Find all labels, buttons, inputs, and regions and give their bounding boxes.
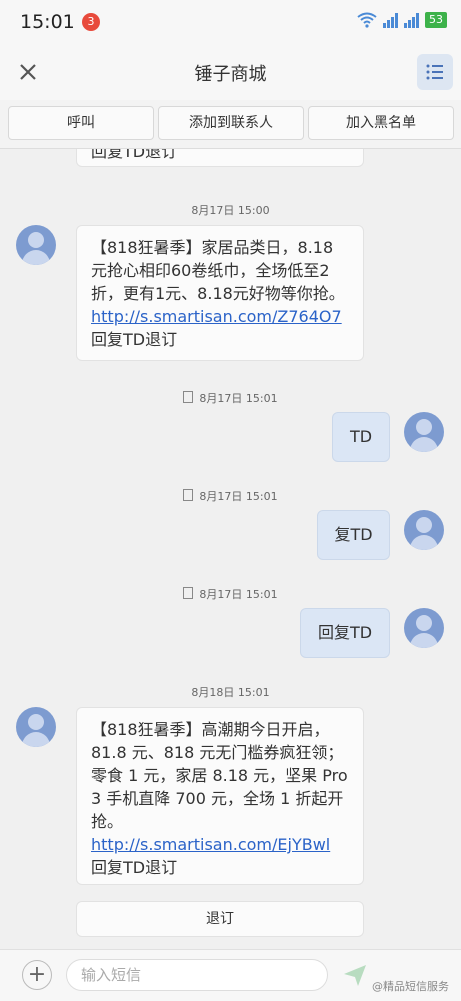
timestamp: 8月17日 15:01 [0,488,461,504]
message-text-tail: 回复TD退订 [91,858,178,877]
message-text: 【818狂暑季】家居品类日，8.18元抢心相印60卷纸巾，全场低至2折，更有1元… [91,238,345,303]
sim-icon [183,391,194,403]
timestamp: 8月17日 15:01 [0,390,461,406]
status-time: 15:01 [20,11,75,33]
timestamp: 8月17日 15:01 [0,586,461,602]
message-bubble-incoming[interactable]: 【818狂暑季】家居品类日，8.18元抢心相印60卷纸巾，全场低至2折，更有1元… [76,225,364,361]
message-thread[interactable]: 回复TD退订 8月17日 15:00 【818狂暑季】家居品类日，8.18元抢心… [0,149,461,949]
status-icons: 53 [357,12,447,28]
user-avatar[interactable] [404,510,444,550]
signal-icon [383,12,398,28]
message-bubble-outgoing[interactable]: 复TD [317,510,390,560]
app-header: 锤子商城 [0,44,461,100]
user-avatar[interactable] [404,412,444,452]
quick-reply-button[interactable]: 退订 [76,901,364,937]
contact-action-bar: 呼叫 添加到联系人 加入黑名单 [0,100,461,149]
sim-icon [183,489,194,501]
plus-icon[interactable]: + [22,960,52,990]
sim-icon [183,587,194,599]
message-link[interactable]: http://s.smartisan.com/Z764O7 [91,307,342,326]
sender-avatar[interactable] [16,707,56,747]
message-bubble-outgoing[interactable]: TD [332,412,390,462]
list-menu-icon[interactable] [417,54,453,90]
blacklist-button[interactable]: 加入黑名单 [308,106,454,140]
send-icon[interactable] [340,960,370,990]
status-bar: 15:01 3 53 [0,0,461,44]
notification-badge: 3 [82,13,100,31]
timestamp: 8月18日 15:01 [191,686,270,699]
page-title: 锤子商城 [194,64,267,85]
message-input[interactable]: 输入短信 [66,959,328,991]
message-link[interactable]: http://s.smartisan.com/EjYBwl [91,835,330,854]
signal-icon-2 [404,12,419,28]
message-text: 回复TD退订 [91,149,178,161]
brand-watermark: @精品短信服务 [372,980,449,993]
battery-indicator: 53 [425,12,447,28]
call-button[interactable]: 呼叫 [8,106,154,140]
sender-avatar[interactable] [16,225,56,265]
composer-bar: + 输入短信 @精品短信服务 [0,949,461,1001]
user-avatar[interactable] [404,608,444,648]
wifi-icon [357,12,377,28]
message-text-tail: 回复TD退订 [91,330,178,349]
message-text: 【818狂暑季】高潮期今日开启，81.8 元、818 元无门槛券疯狂领；零食 1… [91,720,348,831]
message-bubble-outgoing[interactable]: 回复TD [300,608,390,658]
add-contact-button[interactable]: 添加到联系人 [158,106,304,140]
message-bubble-incoming[interactable]: 【818狂暑季】高潮期今日开启，81.8 元、818 元无门槛券疯狂领；零食 1… [76,707,364,885]
message-bubble-partial[interactable]: 回复TD退订 [76,149,364,167]
timestamp: 8月17日 15:00 [191,204,270,217]
